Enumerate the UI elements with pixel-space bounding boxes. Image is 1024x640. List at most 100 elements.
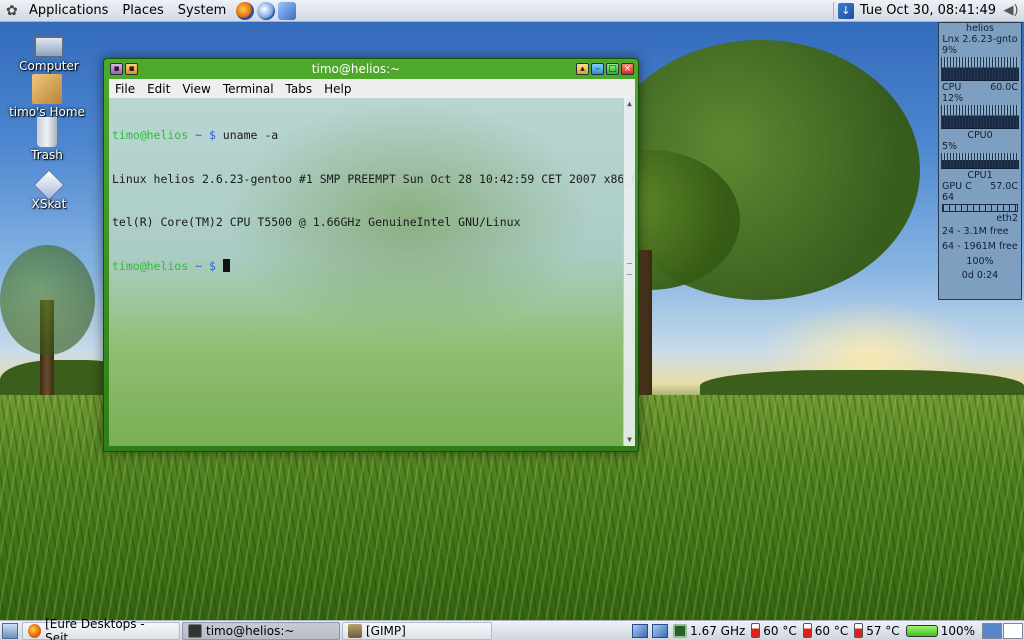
- net-value: 64: [942, 192, 955, 203]
- cpu-temp: 60.0C: [990, 82, 1018, 93]
- prompt-user: timo@helios: [112, 128, 189, 142]
- cpu-percent: 9%: [942, 45, 958, 56]
- firefox-launcher-icon[interactable]: [236, 1, 255, 20]
- scroll-grip[interactable]: [627, 263, 632, 275]
- show-desktop-icon[interactable]: [2, 622, 18, 639]
- prompt-user: timo@helios: [112, 258, 189, 273]
- desktop-icon-label: Trash: [31, 148, 63, 162]
- menu-terminal[interactable]: Terminal: [217, 82, 280, 96]
- menu-file[interactable]: File: [109, 82, 141, 96]
- desktop-icon-trash[interactable]: Trash: [2, 117, 92, 162]
- prompt-path: ~ $: [188, 128, 216, 142]
- cpu-frequency-value: 1.67 GHz: [690, 623, 746, 638]
- thermometer-icon: [854, 623, 864, 638]
- gpu-temp: 57.0C: [990, 181, 1018, 192]
- sensor-temp-1[interactable]: 60 °C: [748, 623, 799, 638]
- desktop-icon-home[interactable]: timo's Home: [2, 74, 92, 119]
- battery-level: 100%: [966, 256, 994, 267]
- system-tray: 1.67 GHz 60 °C 60 °C 57 °C 100%: [630, 621, 1024, 640]
- cpu1-label: CPU1: [967, 170, 993, 181]
- minimize-button[interactable]: –: [591, 63, 604, 75]
- gnome-foot-icon[interactable]: ✿: [6, 3, 22, 19]
- workspace-1[interactable]: [982, 622, 1002, 639]
- terminal-output[interactable]: timo@helios ~ $ uname -a Linux helios 2.…: [109, 98, 635, 446]
- xskat-icon: [33, 169, 65, 201]
- desktop-icon-xskat[interactable]: XSkat: [4, 169, 94, 211]
- desktop-icon-computer[interactable]: Computer: [4, 32, 94, 73]
- thunderbird-launcher-icon[interactable]: [257, 1, 276, 20]
- desktop-icon-label: Computer: [19, 59, 79, 73]
- sticky-button[interactable]: ▪: [125, 63, 138, 75]
- prompt-path: ~ $: [188, 258, 216, 273]
- battery-monitor[interactable]: 100%: [903, 624, 978, 638]
- gpu-label: GPU C: [942, 181, 972, 192]
- memory-line-1: 24 - 3.1M free: [942, 226, 1009, 237]
- close-button[interactable]: ×: [621, 63, 634, 75]
- task-label: [GIMP]: [366, 623, 406, 638]
- thermometer-icon: [751, 623, 761, 638]
- battery-icon: [905, 624, 938, 637]
- workspace-switcher: [982, 622, 1024, 639]
- cpu-label: CPU: [942, 82, 962, 93]
- battery-percent: 100%: [940, 623, 975, 638]
- clock[interactable]: Tue Oct 30, 08:41:49: [854, 3, 1002, 18]
- terminal-line: tel(R) Core(TM)2 CPU T5500 @ 1.66GHz Gen…: [112, 215, 521, 229]
- terminal-titlebar[interactable]: ▪ ▪ timo@helios:~ ▴ – □ ×: [104, 59, 638, 79]
- terminal-window[interactable]: ▪ ▪ timo@helios:~ ▴ – □ × File Edit View…: [103, 58, 639, 452]
- menu-tabs[interactable]: Tabs: [280, 82, 319, 96]
- task-label: timo@helios:~: [206, 623, 295, 638]
- menu-help[interactable]: Help: [318, 82, 357, 96]
- monitor-hostname: helios: [966, 23, 994, 34]
- panel-separator: [832, 1, 834, 20]
- places-menu[interactable]: Places: [115, 0, 170, 22]
- thermometer-icon: [802, 623, 812, 638]
- scroll-up-icon[interactable]: ▲: [624, 98, 635, 110]
- task-firefox[interactable]: [Eure Desktops - Seit...: [22, 617, 180, 640]
- cpu-graph: [941, 57, 1019, 81]
- window-menu-button[interactable]: ▪: [110, 63, 123, 75]
- sensor-temp-value: 60 °C: [814, 623, 849, 638]
- bottom-panel: [Eure Desktops - Seit... timo@helios:~ […: [0, 617, 1024, 640]
- terminal-scrollbar[interactable]: ▲ ▼: [623, 98, 635, 446]
- task-label: [Eure Desktops - Seit...: [45, 616, 145, 640]
- net-bar: [942, 204, 1018, 212]
- net-interface: eth2: [996, 213, 1018, 224]
- task-gimp[interactable]: [GIMP]: [342, 621, 492, 640]
- terminal-line: timo@helios ~ $ uname -a: [112, 128, 632, 143]
- cpu1-graph: [941, 153, 1019, 169]
- cpu0-label: CPU0: [967, 130, 993, 141]
- network-launcher-icon[interactable]: [278, 1, 297, 20]
- firefox-icon: [28, 623, 42, 638]
- trash-icon: [37, 117, 57, 147]
- volume-icon[interactable]: ◀): [1002, 2, 1020, 20]
- terminal-menubar: File Edit View Terminal Tabs Help: [109, 79, 635, 98]
- workspace-2[interactable]: [1003, 622, 1023, 639]
- network-icon[interactable]: [632, 623, 649, 638]
- cpu0-graph: [941, 105, 1019, 129]
- update-notifier-icon[interactable]: ↓: [837, 2, 854, 19]
- uptime: 0d 0:24: [961, 270, 999, 281]
- applications-menu[interactable]: Applications: [22, 0, 115, 22]
- home-folder-icon: [32, 74, 62, 104]
- sensor-temp-2[interactable]: 60 °C: [800, 623, 851, 638]
- cpu0-percent: 12%: [942, 93, 964, 104]
- cpu-chip-icon: [673, 623, 688, 638]
- shade-button[interactable]: ▴: [576, 63, 589, 75]
- menu-view[interactable]: View: [176, 82, 216, 96]
- menu-edit[interactable]: Edit: [141, 82, 176, 96]
- scroll-down-icon[interactable]: ▼: [624, 434, 635, 446]
- computer-icon: [34, 36, 64, 58]
- terminal-line: Linux helios 2.6.23-gentoo #1 SMP PREEMP…: [112, 171, 635, 186]
- sensor-temp-3[interactable]: 57 °C: [851, 623, 902, 638]
- small-tree-canopy: [0, 245, 95, 355]
- terminal-line: timo@helios ~ $: [112, 258, 632, 274]
- text-cursor: [222, 258, 230, 272]
- terminal-icon: [188, 623, 202, 638]
- system-monitor: helios Lnx 2.6.23-gnto 9% CPU 60.0C 12% C…: [938, 22, 1022, 300]
- task-terminal[interactable]: timo@helios:~: [182, 621, 340, 640]
- monitor-kernel: Lnx 2.6.23-gnto: [942, 34, 1018, 45]
- cpu-frequency[interactable]: 1.67 GHz: [670, 623, 748, 638]
- wireless-icon[interactable]: [652, 623, 669, 638]
- system-menu[interactable]: System: [171, 0, 233, 22]
- maximize-button[interactable]: □: [606, 63, 619, 75]
